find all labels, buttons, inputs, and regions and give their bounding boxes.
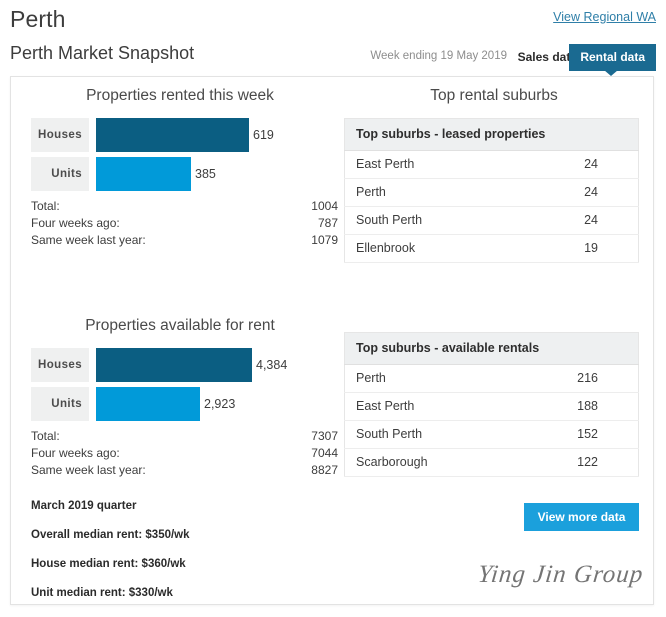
stat-four-weeks-label-2: Four weeks ago: — [31, 446, 120, 460]
quarter-median-rent-block: March 2019 quarter Overall median rent: … — [31, 500, 331, 616]
suburb-count: 24 — [517, 178, 639, 207]
bar-label-units: Units — [31, 157, 89, 191]
stat-total-2: Total: 7307 — [31, 429, 338, 446]
tab-sales-data[interactable]: Sales data — [518, 50, 577, 64]
page-header: Perth View Regional WA Perth Market Snap… — [0, 0, 666, 76]
chart-title-available: Properties available for rent — [85, 317, 275, 334]
chart-properties-available: Properties available for rent Houses 4,3… — [11, 317, 341, 480]
table-row[interactable]: Perth 24 — [344, 178, 639, 207]
stat-last-year-value: 1079 — [311, 233, 338, 247]
overall-median-rent: Overall median rent: $350/wk — [31, 529, 190, 541]
suburb-count: 24 — [517, 206, 639, 235]
table-row[interactable]: Ellenbrook 19 — [344, 234, 639, 263]
table-header-leased: Top suburbs - leased properties — [344, 118, 639, 151]
suburb-name: East Perth — [344, 392, 517, 421]
suburb-name: South Perth — [344, 420, 517, 449]
table-row[interactable]: South Perth 152 — [344, 420, 639, 449]
suburb-name: Perth — [344, 178, 517, 207]
section-top-rental-suburbs: Top rental suburbs Top suburbs - leased … — [344, 87, 644, 263]
week-ending-label: Week ending 19 May 2019 — [370, 50, 507, 62]
section-available-rentals: Top suburbs - available rentals Perth 21… — [344, 332, 644, 477]
stat-four-weeks-label: Four weeks ago: — [31, 216, 120, 230]
house-median-rent: House median rent: $360/wk — [31, 558, 186, 570]
bar-label-houses: Houses — [31, 118, 89, 152]
bar-value-houses-2: 4,384 — [256, 358, 288, 372]
table-row[interactable]: Scarborough 122 — [344, 448, 639, 477]
stat-total-label: Total: — [31, 199, 60, 213]
stat-total-label-2: Total: — [31, 429, 60, 443]
quarter-title: March 2019 quarter — [31, 500, 137, 512]
stat-total-value-2: 7307 — [311, 429, 338, 443]
bar-fill-houses-2 — [96, 348, 252, 382]
stat-last-year: Same week last year: 1079 — [31, 233, 338, 250]
view-more-data-button[interactable]: View more data — [524, 503, 639, 531]
table-row[interactable]: Perth 216 — [344, 364, 639, 393]
chart-properties-rented: Properties rented this week Houses 619 U… — [11, 87, 341, 250]
bar-value-units: 385 — [195, 167, 216, 181]
tab-rental-data[interactable]: Rental data — [569, 44, 656, 71]
suburb-name: Scarborough — [344, 448, 517, 477]
stat-last-year-label-2: Same week last year: — [31, 463, 146, 477]
table-header-row: Top suburbs - available rentals — [344, 332, 639, 365]
table-heading-top-rental-suburbs: Top rental suburbs — [430, 87, 558, 104]
stat-total-value: 1004 — [311, 199, 338, 213]
suburb-count: 152 — [517, 420, 639, 449]
page-title: Perth — [10, 6, 66, 32]
table-available-rentals: Top suburbs - available rentals Perth 21… — [344, 332, 639, 477]
suburb-name: East Perth — [344, 150, 517, 179]
suburb-count: 122 — [517, 448, 639, 477]
stat-four-weeks: Four weeks ago: 787 — [31, 216, 338, 233]
table-row[interactable]: East Perth 188 — [344, 392, 639, 421]
table-row[interactable]: East Perth 24 — [344, 150, 639, 179]
table-leased-properties: Top suburbs - leased properties East Per… — [344, 118, 639, 263]
stat-four-weeks-value: 787 — [317, 216, 338, 230]
summary-stats-available: Total: 7307 Four weeks ago: 7044 Same we… — [31, 429, 338, 480]
unit-median-rent: Unit median rent: $330/wk — [31, 587, 173, 599]
bar-fill-houses — [96, 118, 249, 152]
bar-value-houses: 619 — [253, 128, 274, 142]
table-header-available: Top suburbs - available rentals — [344, 332, 639, 365]
bar-label-houses-2: Houses — [31, 348, 89, 382]
suburb-name: Perth — [344, 364, 517, 393]
bar-row-houses-available: Houses 4,384 — [31, 348, 341, 382]
stat-last-year-label: Same week last year: — [31, 233, 146, 247]
bar-label-units-2: Units — [31, 387, 89, 421]
table-row[interactable]: South Perth 24 — [344, 206, 639, 235]
watermark: Ying Jin Group — [476, 561, 645, 588]
table-header-row: Top suburbs - leased properties — [344, 118, 639, 151]
summary-stats-rented: Total: 1004 Four weeks ago: 787 Same wee… — [31, 199, 338, 250]
chart-title-rented: Properties rented this week — [86, 87, 274, 104]
view-regional-wa-link[interactable]: View Regional WA — [553, 10, 656, 24]
suburb-count: 24 — [517, 150, 639, 179]
bar-row-units-rented: Units 385 — [31, 157, 341, 191]
bar-value-units-2: 2,923 — [204, 397, 236, 411]
suburb-count: 188 — [517, 392, 639, 421]
stat-last-year-value-2: 8827 — [311, 463, 338, 477]
suburb-count: 19 — [517, 234, 639, 263]
bar-fill-units — [96, 157, 191, 191]
stat-four-weeks-value-2: 7044 — [311, 446, 338, 460]
suburb-count: 216 — [517, 364, 639, 393]
stat-total: Total: 1004 — [31, 199, 338, 216]
bar-fill-units-2 — [96, 387, 200, 421]
market-snapshot-card: Properties rented this week Houses 619 U… — [10, 76, 654, 605]
suburb-name: South Perth — [344, 206, 517, 235]
bar-row-units-available: Units 2,923 — [31, 387, 341, 421]
bar-row-houses-rented: Houses 619 — [31, 118, 341, 152]
suburb-name: Ellenbrook — [344, 234, 517, 263]
snapshot-title: Perth Market Snapshot — [10, 43, 195, 63]
stat-last-year-2: Same week last year: 8827 — [31, 463, 338, 480]
stat-four-weeks-2: Four weeks ago: 7044 — [31, 446, 338, 463]
